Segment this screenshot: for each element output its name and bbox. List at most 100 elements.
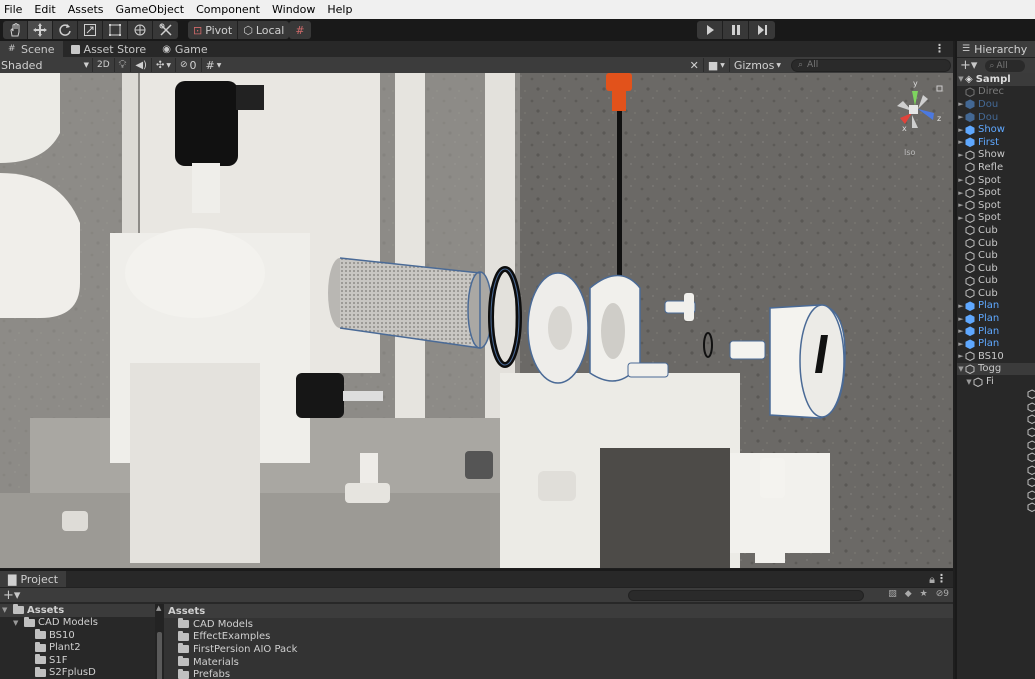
hierarchy-scene-root[interactable]: ▼ ◈ Sampl: [957, 73, 1035, 86]
hierarchy-child-item[interactable]: [957, 476, 1035, 489]
hierarchy-item[interactable]: Cub: [957, 237, 1035, 250]
add-icon[interactable]: +▾: [0, 588, 20, 603]
scene-more-icon[interactable]: ⋮: [934, 42, 945, 55]
local-button[interactable]: ⬡ Local: [238, 21, 289, 39]
2d-toggle[interactable]: 2D: [92, 58, 114, 72]
hierarchy-item[interactable]: ► Plan: [957, 325, 1035, 338]
hierarchy-item[interactable]: ▼ Togg: [957, 362, 1035, 376]
asset-list-item[interactable]: FirstPersion AIO Pack: [164, 643, 953, 656]
hierarchy-child-item[interactable]: [957, 451, 1035, 464]
asset-list-item[interactable]: Materials: [164, 656, 953, 669]
chevron-right-icon[interactable]: ►: [957, 151, 965, 159]
hierarchy-child-item[interactable]: [957, 400, 1035, 413]
chevron-down-icon[interactable]: ▼: [957, 365, 965, 373]
menu-gameobject[interactable]: GameObject: [110, 0, 191, 19]
folder-tree-item[interactable]: ▼ Assets: [0, 604, 155, 617]
hierarchy-search-input[interactable]: ⌕ All: [985, 59, 1026, 72]
folder-tree-item[interactable]: ▼ CAD Models: [0, 616, 155, 630]
chevron-right-icon[interactable]: ►: [957, 126, 965, 134]
chevron-right-icon[interactable]: ►: [957, 327, 965, 335]
chevron-right-icon[interactable]: ►: [957, 201, 965, 209]
chevron-right-icon[interactable]: ►: [957, 302, 965, 310]
chevron-right-icon[interactable]: ►: [957, 214, 965, 222]
menu-file[interactable]: File: [0, 0, 28, 19]
hierarchy-child-item[interactable]: [957, 501, 1035, 514]
pivot-button[interactable]: ⊡ Pivot: [188, 21, 239, 39]
rotate-tool-button[interactable]: [53, 21, 78, 39]
tab-project[interactable]: ▇ Project: [0, 571, 67, 587]
scene-render[interactable]: y z x Iso: [0, 73, 953, 568]
chevron-right-icon[interactable]: ►: [957, 138, 965, 146]
hierarchy-item[interactable]: ► Spot: [957, 174, 1035, 187]
hierarchy-item[interactable]: ► Dou: [957, 98, 1035, 111]
hierarchy-child-item[interactable]: [957, 438, 1035, 451]
grid-snap-button[interactable]: #: [289, 21, 311, 39]
hierarchy-item[interactable]: ► Spot: [957, 212, 1035, 225]
hierarchy-item[interactable]: ► First: [957, 136, 1035, 149]
tree-scrollbar[interactable]: ▲: [155, 604, 164, 679]
asset-list-item[interactable]: CAD Models: [164, 618, 953, 631]
tab-asset-store[interactable]: Asset Store: [63, 41, 155, 57]
grid-dropdown[interactable]: # ▼: [200, 58, 226, 72]
hierarchy-item[interactable]: Cub: [957, 249, 1035, 262]
tools-button[interactable]: ✕: [686, 58, 703, 72]
hierarchy-item[interactable]: ► Spot: [957, 199, 1035, 212]
hierarchy-item[interactable]: ► Show: [957, 123, 1035, 136]
filter-type-icon[interactable]: ▨: [888, 589, 897, 599]
hierarchy-item[interactable]: Refle: [957, 161, 1035, 174]
menu-assets[interactable]: Assets: [62, 0, 110, 19]
folder-tree-item[interactable]: BS10: [0, 629, 155, 642]
hierarchy-item[interactable]: ▼ Fi: [957, 375, 1035, 388]
custom-tool-button[interactable]: [153, 21, 178, 39]
hierarchy-child-item[interactable]: [957, 388, 1035, 401]
add-icon[interactable]: +▾: [960, 58, 977, 73]
filter-label-icon[interactable]: ◆: [905, 589, 912, 599]
hierarchy-item[interactable]: Cub: [957, 287, 1035, 300]
chevron-right-icon[interactable]: ►: [957, 100, 965, 108]
hierarchy-item[interactable]: ► Show: [957, 149, 1035, 162]
camera-dropdown[interactable]: ■ ▼: [702, 58, 729, 72]
rect-tool-button[interactable]: [103, 21, 128, 39]
chevron-right-icon[interactable]: ►: [957, 176, 965, 184]
scene-viewport[interactable]: y z x Iso: [0, 73, 953, 568]
folder-tree-item[interactable]: S2FplusD: [0, 666, 155, 679]
transform-tool-button[interactable]: [128, 21, 153, 39]
scene-search-input[interactable]: ⌕ All: [791, 58, 951, 72]
tab-game[interactable]: ◉ Game: [154, 41, 215, 57]
chevron-right-icon[interactable]: ►: [957, 113, 965, 121]
chevron-down-icon[interactable]: ▼: [2, 606, 10, 614]
lock-icon[interactable]: 🔒︎: [929, 573, 935, 587]
chevron-right-icon[interactable]: ►: [957, 340, 965, 348]
hierarchy-item[interactable]: ► Dou: [957, 111, 1035, 124]
hierarchy-child-item[interactable]: [957, 463, 1035, 476]
move-tool-button[interactable]: [28, 21, 53, 39]
hierarchy-item[interactable]: ► BS10: [957, 350, 1035, 363]
menu-window[interactable]: Window: [266, 0, 321, 19]
pause-button[interactable]: [723, 21, 749, 39]
hierarchy-child-item[interactable]: [957, 489, 1035, 502]
hand-tool-button[interactable]: [3, 21, 28, 39]
chevron-right-icon[interactable]: ►: [957, 352, 965, 360]
menu-help[interactable]: Help: [321, 0, 358, 19]
menu-component[interactable]: Component: [190, 0, 266, 19]
audio-toggle[interactable]: ◀): [130, 58, 151, 72]
chevron-down-icon[interactable]: ▼: [957, 75, 965, 83]
hierarchy-item[interactable]: Cub: [957, 224, 1035, 237]
folder-tree-item[interactable]: Plant2: [0, 641, 155, 655]
play-button[interactable]: [697, 21, 723, 39]
hidden-packages-toggle[interactable]: ⊘9: [936, 589, 949, 599]
hierarchy-child-item[interactable]: [957, 426, 1035, 439]
hierarchy-item[interactable]: ► Plan: [957, 337, 1035, 350]
tab-hierarchy[interactable]: ☰ Hierarchy: [957, 41, 1035, 57]
folder-tree-item[interactable]: S1F: [0, 654, 155, 667]
hierarchy-item[interactable]: Direc: [957, 86, 1035, 99]
hierarchy-item[interactable]: ► Spot: [957, 186, 1035, 199]
project-more-icon[interactable]: ⋮: [936, 572, 947, 585]
chevron-right-icon[interactable]: ►: [957, 315, 965, 323]
chevron-down-icon[interactable]: ▼: [13, 619, 21, 627]
scale-tool-button[interactable]: [78, 21, 103, 39]
menu-edit[interactable]: Edit: [28, 0, 61, 19]
hierarchy-item[interactable]: ► Plan: [957, 312, 1035, 325]
chevron-right-icon[interactable]: ►: [957, 189, 965, 197]
step-button[interactable]: [749, 21, 775, 39]
